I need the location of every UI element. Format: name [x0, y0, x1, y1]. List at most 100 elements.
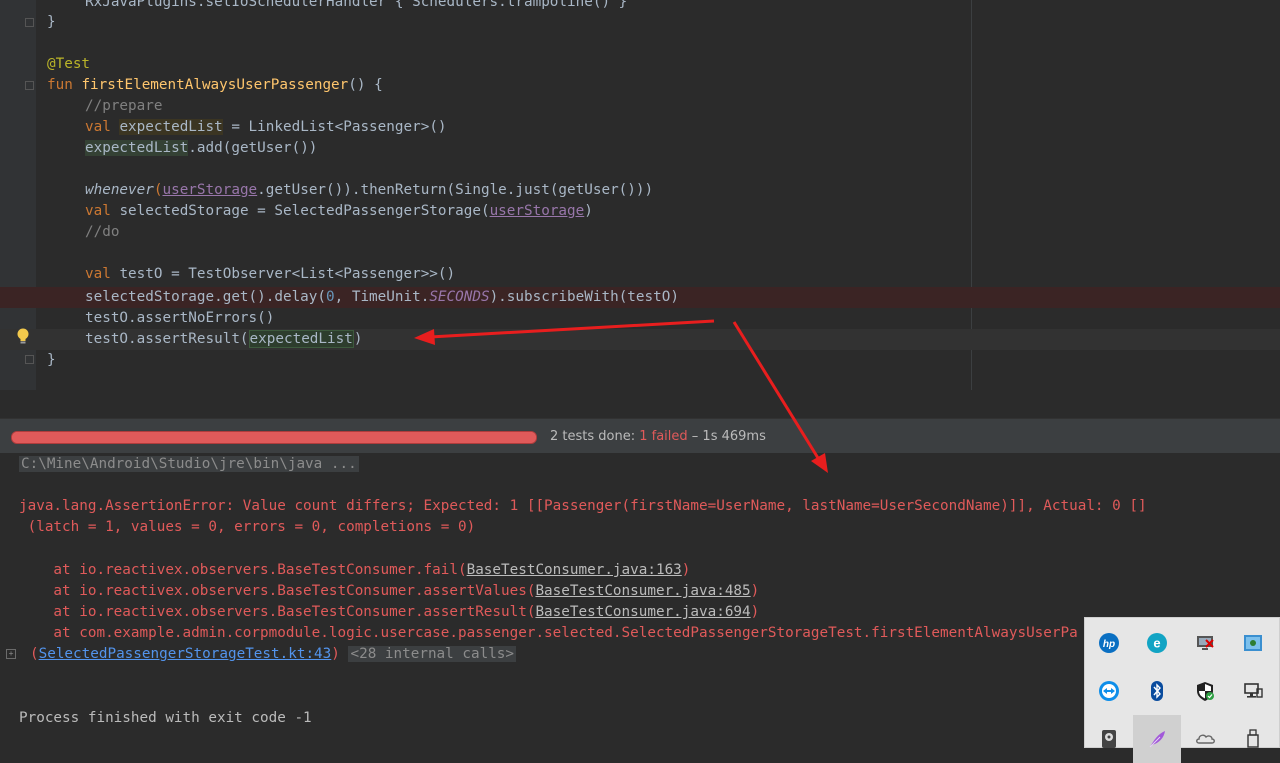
code-text: testO.assertNoErrors() [85, 310, 275, 326]
code-line[interactable]: //do [85, 222, 119, 243]
expand-internal-calls-icon[interactable]: + [6, 649, 16, 659]
svg-text:e: e [1153, 636, 1160, 651]
stack-frame-link[interactable]: BaseTestConsumer.java:163 [467, 562, 682, 578]
code-text: , TimeUnit. [334, 289, 430, 305]
stack-frame-link[interactable]: SelectedPassengerStorageTest.kt:43 [39, 646, 332, 662]
stack-frame-link[interactable]: BaseTestConsumer.java:485 [535, 583, 750, 599]
test-progress-bar [11, 431, 537, 444]
code-text: .add(getUser()) [188, 140, 318, 156]
stack-frame-text: ) [750, 583, 760, 599]
number-literal: 0 [326, 289, 335, 305]
code-line[interactable]: } [47, 12, 56, 33]
stack-frame-text: ) [750, 604, 760, 620]
code-text: } [47, 352, 56, 368]
stack-frame[interactable]: (SelectedPassengerStorageTest.kt:43) <28… [30, 644, 517, 665]
variable-name: expectedList [119, 119, 223, 135]
code-text: ) [584, 203, 593, 219]
function-name: firstElementAlwaysUserPassenger [81, 77, 349, 93]
code-line[interactable]: } [47, 350, 56, 371]
stack-frame[interactable]: at io.reactivex.observers.BaseTestConsum… [19, 581, 759, 602]
code-text: } [47, 14, 56, 30]
code-line[interactable]: @Test [47, 54, 90, 75]
code-text: selectedStorage.get().delay( [85, 289, 327, 305]
code-text: selectedStorage = SelectedPassengerStora… [119, 203, 490, 219]
code-line[interactable]: RxJavaPlugins.setIoSchedulerHandler { Sc… [85, 0, 627, 13]
comment-text: //prepare [85, 98, 163, 114]
keyword: val [85, 203, 120, 219]
assertion-error-text: java.lang.AssertionError: Value count di… [19, 498, 1147, 514]
stack-frame[interactable]: at io.reactivex.observers.BaseTestConsum… [19, 560, 690, 581]
code-line[interactable]: selectedStorage.get().delay(0, TimeUnit.… [85, 287, 679, 308]
console-line[interactable]: (latch = 1, values = 0, errors = 0, comp… [19, 517, 476, 538]
tests-done-label: 2 tests done: [550, 429, 640, 444]
assertion-error-details: (latch = 1, values = 0, errors = 0, comp… [19, 519, 476, 535]
bluetooth-icon[interactable] [1133, 667, 1181, 715]
hp-icon[interactable]: hp [1085, 619, 1133, 667]
code-text: testO = TestObserver<List<Passenger>>() [119, 266, 456, 282]
stack-frame[interactable]: at io.reactivex.observers.BaseTestConsum… [19, 602, 759, 623]
code-text: RxJavaPlugins.setIoSchedulerHandler { Sc… [85, 0, 628, 10]
stack-frame-text: ) [681, 562, 691, 578]
function-call: whenever [85, 182, 154, 198]
static-field: SECONDS [429, 289, 490, 305]
code-line[interactable]: testO.assertNoErrors() [85, 308, 274, 329]
console-line[interactable]: java.lang.AssertionError: Value count di… [19, 496, 1147, 517]
property-reference: userStorage [489, 203, 585, 219]
code-line[interactable]: val testO = TestObserver<List<Passenger>… [85, 264, 455, 285]
feather-icon[interactable] [1133, 715, 1181, 763]
stack-frame-text: ( [30, 646, 39, 662]
test-progress-fill [12, 432, 536, 443]
test-summary: 2 tests done: 1 failed – 1s 469ms [550, 419, 766, 454]
code-text: () { [348, 77, 383, 93]
usb-icon[interactable] [1229, 715, 1277, 763]
code-text: = LinkedList<Passenger>() [222, 119, 447, 135]
teamviewer-icon[interactable] [1085, 667, 1133, 715]
code-text: .getUser()).thenReturn(Single.just(getUs… [257, 182, 654, 198]
code-text: ) [353, 331, 363, 347]
code-line[interactable]: whenever(userStorage.getUser()).thenRetu… [85, 180, 653, 201]
fold-start-icon[interactable] [25, 81, 34, 90]
display-icon[interactable] [1229, 667, 1277, 715]
lightbulb-icon[interactable] [15, 327, 31, 345]
system-tray-overflow: hp e [1084, 617, 1280, 763]
stack-frame-text: at io.reactivex.observers.BaseTestConsum… [19, 583, 536, 599]
variable-reference: expectedList [248, 330, 354, 348]
test-status-bar: 2 tests done: 1 failed – 1s 469ms [0, 418, 1280, 454]
code-line[interactable]: val selectedStorage = SelectedPassengerS… [85, 201, 593, 222]
fold-end-icon[interactable] [25, 18, 34, 27]
elapsed-time: – 1s 469ms [687, 429, 766, 444]
stack-frame[interactable]: at com.example.admin.corpmodule.logic.us… [19, 623, 1079, 644]
variable-reference: expectedList [85, 140, 189, 156]
code-editor[interactable]: RxJavaPlugins.setIoSchedulerHandler { Sc… [0, 0, 1280, 400]
keyword: val [85, 119, 120, 135]
network-settings-icon[interactable] [1229, 619, 1277, 667]
console-line: Process finished with exit code -1 [19, 708, 312, 729]
edge-icon[interactable]: e [1133, 619, 1181, 667]
code-line[interactable]: testO.assertResult(expectedList) [85, 329, 362, 350]
code-line[interactable]: expectedList.add(getUser()) [85, 138, 317, 159]
internal-calls-folded[interactable]: <28 internal calls> [348, 646, 517, 662]
fold-end-icon[interactable] [25, 355, 34, 364]
network-error-icon[interactable] [1181, 619, 1229, 667]
property-reference: userStorage [162, 182, 258, 198]
code-text: testO.assertResult( [85, 331, 249, 347]
windows-security-icon[interactable] [1181, 667, 1229, 715]
console-line[interactable]: C:\Mine\Android\Studio\jre\bin\java ... [19, 454, 359, 475]
stack-frame-link[interactable]: BaseTestConsumer.java:694 [535, 604, 750, 620]
stack-frame-text: at com.example.admin.corpmodule.logic.us… [19, 625, 1079, 641]
svg-text:hp: hp [1103, 639, 1115, 650]
code-text: ).subscribeWith(testO) [489, 289, 679, 305]
hdd-icon[interactable] [1085, 715, 1133, 763]
keyword: val [85, 266, 120, 282]
command-line-folded[interactable]: C:\Mine\Android\Studio\jre\bin\java ... [19, 456, 359, 472]
failed-count: 1 failed [639, 429, 688, 444]
code-line[interactable]: fun firstElementAlwaysUserPassenger() { [47, 75, 383, 96]
keyword: fun [47, 77, 82, 93]
annotation-text: @Test [47, 56, 91, 72]
stack-frame-text: at io.reactivex.observers.BaseTestConsum… [19, 604, 536, 620]
onedrive-icon[interactable] [1181, 715, 1229, 763]
code-line[interactable]: val expectedList = LinkedList<Passenger>… [85, 117, 447, 138]
comment-text: //do [85, 224, 120, 240]
code-line[interactable]: //prepare [85, 96, 162, 117]
stack-frame-text: ) [331, 646, 340, 662]
